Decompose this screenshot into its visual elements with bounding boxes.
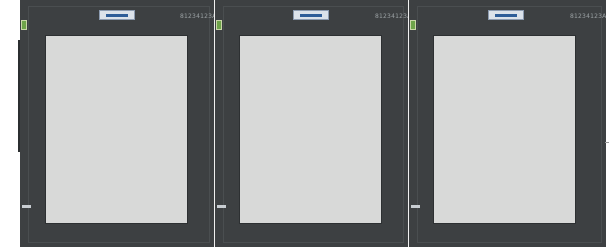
panel-code: 81234123A — [375, 13, 412, 20]
brand-logo — [488, 10, 524, 20]
green-tag-icon — [21, 20, 27, 30]
brand-logo — [293, 10, 329, 20]
door-panel-1[interactable]: 81234123A — [20, 0, 217, 247]
edge-tick — [605, 142, 609, 143]
bottom-tag-icon — [22, 205, 31, 208]
green-tag-icon — [410, 20, 416, 30]
glass-window — [433, 35, 576, 224]
door-panel-3[interactable]: 81234123A — [409, 0, 606, 247]
door-panel-2[interactable]: 81234123A — [215, 0, 412, 247]
panel-code: 81234123A — [570, 13, 607, 20]
brand-logo — [99, 10, 135, 20]
panel-code: 81234123A — [180, 13, 217, 20]
glass-window — [239, 35, 382, 224]
bottom-tag-icon — [411, 205, 420, 208]
glass-window — [45, 35, 188, 224]
bottom-tag-icon — [217, 205, 226, 208]
green-tag-icon — [216, 20, 222, 30]
